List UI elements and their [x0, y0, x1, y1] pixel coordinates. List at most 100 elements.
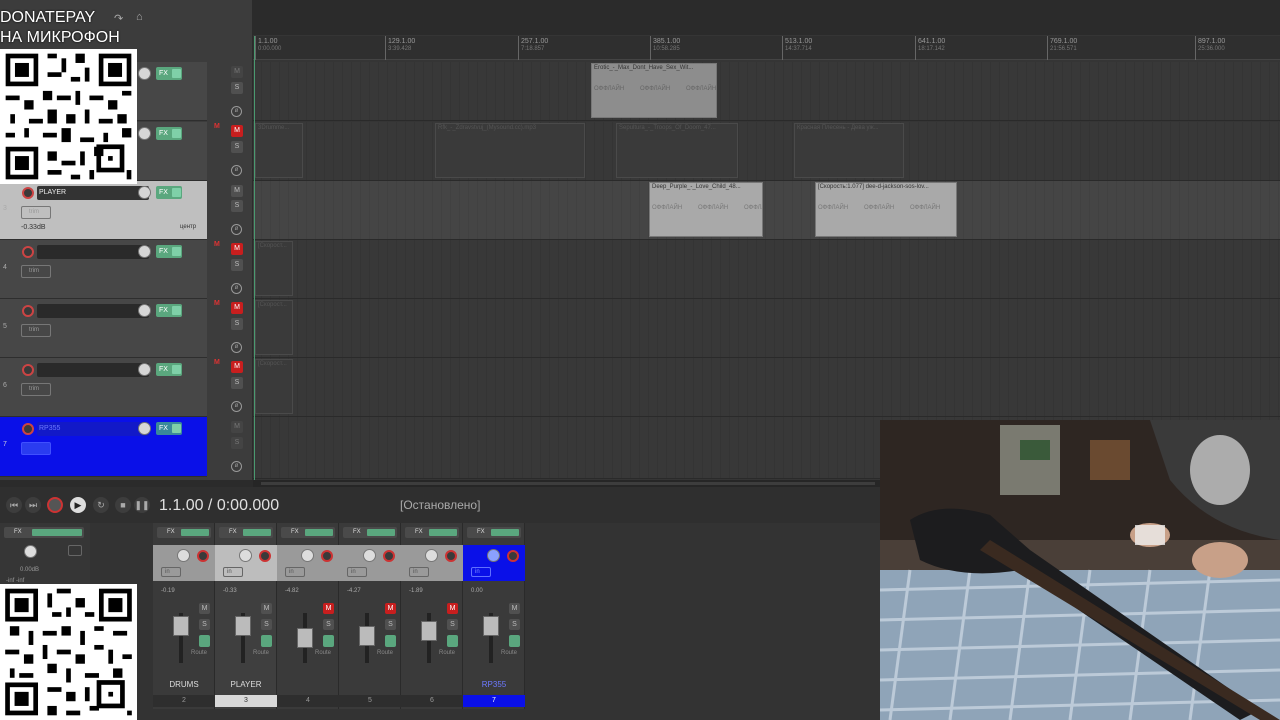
envelope-icon[interactable]: ø	[231, 461, 242, 472]
track-3[interactable]: 3 PLAYER FX trim -0.33dB центр	[0, 181, 207, 240]
route-button[interactable]: Route	[253, 650, 269, 656]
fx-button[interactable]: FX	[156, 422, 182, 435]
volume-knob[interactable]	[138, 127, 151, 140]
mute-button[interactable]: M	[231, 66, 243, 78]
fader-handle[interactable]	[235, 616, 251, 636]
fx-button[interactable]: FX	[156, 304, 182, 317]
route-button[interactable]: Route	[191, 650, 207, 656]
pan-knob[interactable]	[177, 549, 190, 562]
fx-button[interactable]: FX	[156, 127, 182, 140]
mute-button[interactable]: M	[385, 603, 396, 614]
pause-button[interactable]: ❚❚	[134, 497, 150, 513]
record-arm-button[interactable]	[22, 187, 34, 199]
record-arm-button[interactable]	[22, 364, 34, 376]
media-item[interactable]: [Скорость:1.077] dee-d-jackson-sos-lov..…	[815, 182, 957, 237]
track-4[interactable]: 4 FX trim	[0, 240, 207, 299]
mute-button[interactable]: M	[231, 185, 243, 197]
media-item[interactable]: Sepultura_-_Troops_Of_Doom_47...	[616, 123, 738, 178]
record-arm-button[interactable]	[507, 550, 519, 562]
trim-button[interactable]	[21, 442, 51, 455]
pan-knob[interactable]	[363, 549, 376, 562]
media-item[interactable]: Deep_Purple_-_Love_Child_48... ОФФЛАЙН О…	[649, 182, 763, 237]
solo-button[interactable]: S	[231, 377, 243, 389]
solo-button[interactable]: S	[509, 619, 520, 630]
envelope-icon[interactable]: ø	[231, 401, 242, 412]
record-button[interactable]	[47, 497, 63, 513]
solo-button[interactable]: S	[261, 619, 272, 630]
fx-button[interactable]: FX	[157, 527, 211, 538]
solo-button[interactable]: S	[447, 619, 458, 630]
pan-knob[interactable]	[239, 549, 252, 562]
mute-button[interactable]: M	[231, 243, 243, 255]
volume-knob[interactable]	[138, 186, 151, 199]
mute-button[interactable]: M	[231, 302, 243, 314]
mute-button[interactable]: M	[231, 421, 243, 433]
track-6[interactable]: 6 FX trim	[0, 358, 207, 417]
envelope-icon[interactable]: ø	[231, 342, 242, 353]
fx-button[interactable]: FX	[219, 527, 273, 538]
solo-button[interactable]: S	[231, 82, 243, 94]
mute-button[interactable]: M	[509, 603, 520, 614]
track-lane-4[interactable]	[253, 240, 1280, 299]
solo-button[interactable]: S	[231, 318, 243, 330]
route-button[interactable]: Route	[377, 650, 393, 656]
fader-handle[interactable]	[359, 626, 375, 646]
track-7[interactable]: 7 RP355 FX	[0, 417, 207, 477]
fader-handle[interactable]	[483, 616, 499, 636]
track-name[interactable]	[37, 245, 149, 259]
solo-button[interactable]: S	[231, 259, 243, 271]
record-arm-button[interactable]	[22, 305, 34, 317]
scroll-thumb[interactable]	[261, 482, 875, 485]
mute-button[interactable]: M	[447, 603, 458, 614]
volume-knob[interactable]	[138, 67, 151, 80]
stop-button[interactable]: ■	[115, 497, 131, 513]
input-button[interactable]: in	[285, 567, 305, 577]
phase-button[interactable]	[509, 635, 520, 647]
track-lane-2[interactable]	[253, 122, 1280, 181]
input-button[interactable]: in	[409, 567, 429, 577]
pan-knob[interactable]	[487, 549, 500, 562]
fx-button[interactable]: FX	[281, 527, 335, 538]
fader-handle[interactable]	[297, 628, 313, 648]
track-5[interactable]: 5 FX trim	[0, 299, 207, 358]
envelope-icon[interactable]: ø	[231, 106, 242, 117]
phase-button[interactable]	[447, 635, 458, 647]
record-arm-button[interactable]	[321, 550, 333, 562]
trim-button[interactable]: trim	[21, 383, 51, 396]
input-button[interactable]: in	[471, 567, 491, 577]
volume-knob[interactable]	[138, 363, 151, 376]
master-volume-knob[interactable]	[24, 545, 37, 558]
media-item[interactable]: 3Drumme...	[255, 123, 303, 178]
horizontal-scrollbar[interactable]	[253, 480, 880, 487]
phase-button[interactable]	[323, 635, 334, 647]
track-lane-5[interactable]	[253, 299, 1280, 358]
fader-handle[interactable]	[173, 616, 189, 636]
track-name[interactable]	[37, 304, 149, 318]
mute-button[interactable]: M	[261, 603, 272, 614]
media-item[interactable]: [Скорост...	[255, 359, 293, 414]
solo-button[interactable]: S	[231, 437, 243, 449]
envelope-icon[interactable]: ø	[231, 224, 242, 235]
go-to-end-icon[interactable]: ⏭	[25, 497, 41, 513]
solo-button[interactable]: S	[231, 141, 243, 153]
record-arm-button[interactable]	[197, 550, 209, 562]
fx-button[interactable]: FX	[343, 527, 397, 538]
envelope-icon[interactable]: ø	[231, 283, 242, 294]
fx-button[interactable]: FX	[405, 527, 459, 538]
trim-button[interactable]: trim	[21, 324, 51, 337]
envelope-icon[interactable]: ø	[231, 165, 242, 176]
fx-button[interactable]: FX	[467, 527, 521, 538]
route-button[interactable]: Route	[501, 650, 517, 656]
record-arm-button[interactable]	[383, 550, 395, 562]
input-button[interactable]: in	[161, 567, 181, 577]
fx-button[interactable]: FX	[156, 67, 182, 80]
trim-button[interactable]: trim	[21, 206, 51, 219]
volume-knob[interactable]	[138, 422, 151, 435]
repeat-icon[interactable]: ↻	[93, 497, 109, 513]
fx-button[interactable]: FX	[156, 245, 182, 258]
go-to-start-icon[interactable]: ⏮	[6, 497, 22, 513]
media-item[interactable]: Rfk_-_Zdravstvuj_(Mysound.cc).mp3	[435, 123, 585, 178]
record-arm-button[interactable]	[259, 550, 271, 562]
mute-button[interactable]: M	[231, 125, 243, 137]
fx-button[interactable]: FX	[156, 186, 182, 199]
